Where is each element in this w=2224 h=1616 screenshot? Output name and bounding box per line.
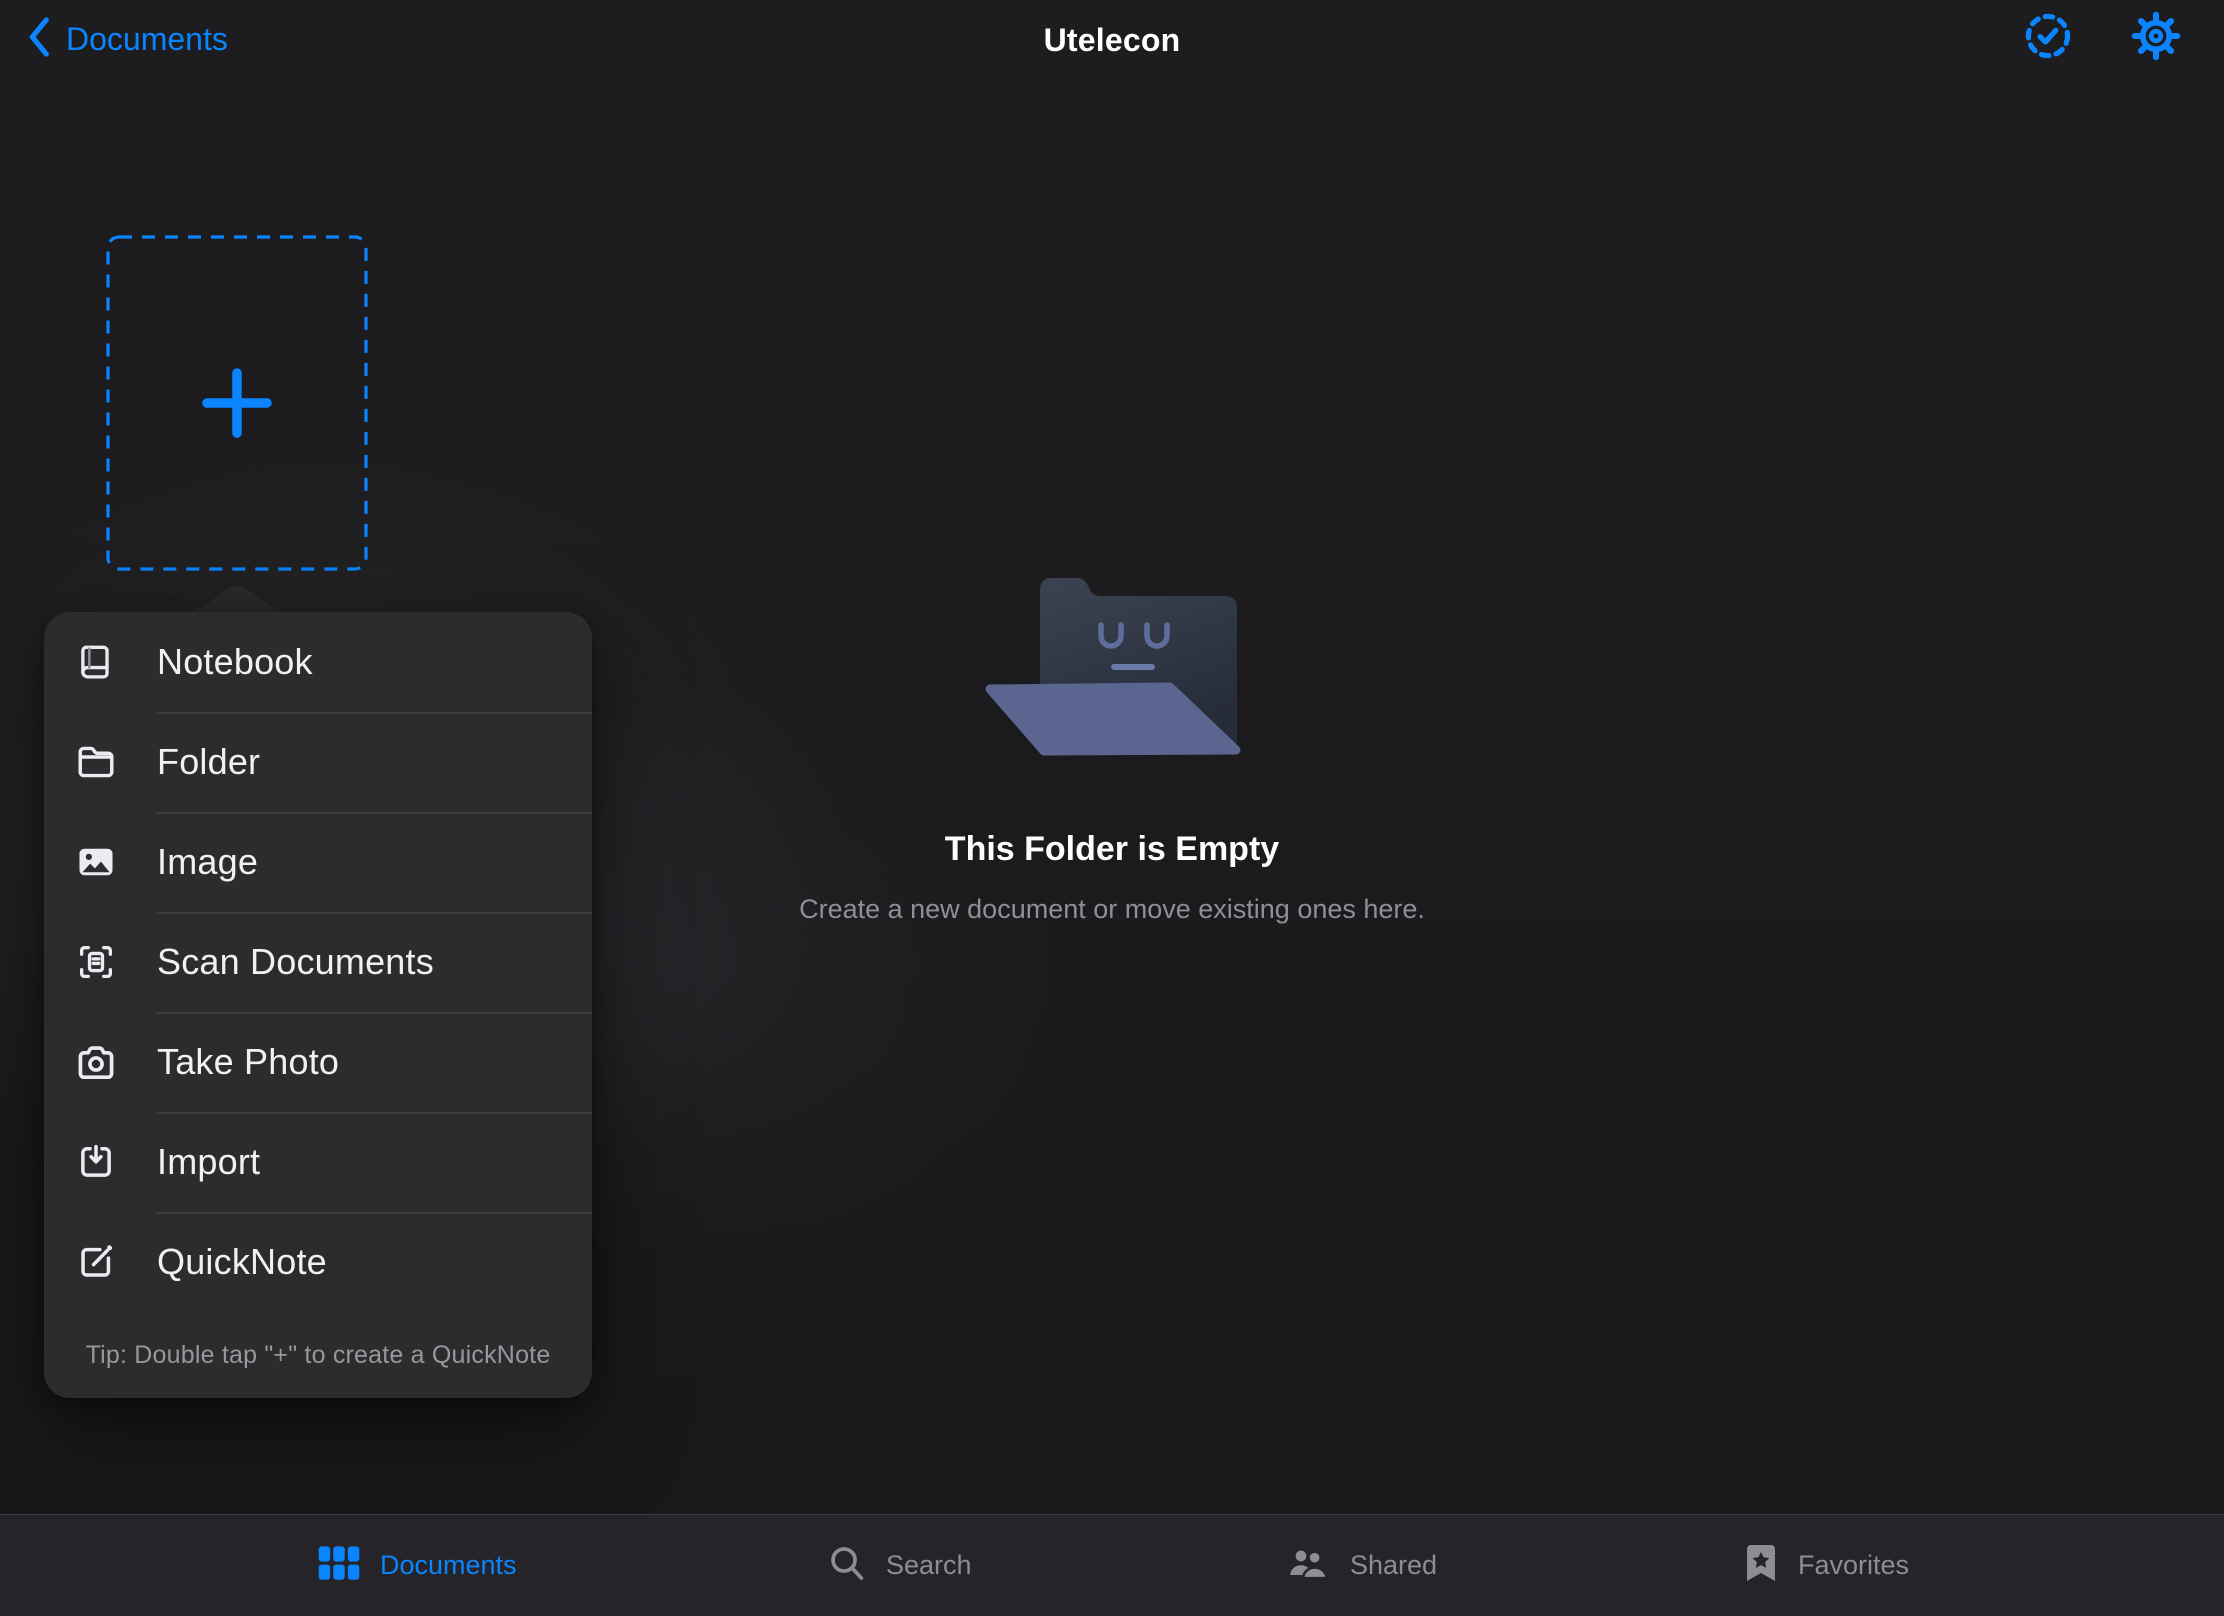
grid-icon	[316, 1543, 362, 1588]
menu-item-image[interactable]: Image	[44, 812, 592, 912]
tab-label: Search	[886, 1550, 972, 1581]
select-mode-button[interactable]	[2022, 12, 2074, 64]
menu-item-label: Folder	[157, 741, 260, 783]
menu-item-label: Scan Documents	[157, 941, 434, 983]
menu-item-label: Image	[157, 841, 258, 883]
folder-icon	[74, 740, 118, 784]
menu-tip-text: Tip: Double tap "+" to create a QuickNot…	[44, 1312, 592, 1398]
page-title: Utelecon	[0, 22, 2224, 59]
navigation-bar: Documents Utelecon	[0, 0, 2224, 78]
new-document-menu: Notebook Folder Image	[44, 612, 592, 1398]
camera-icon	[74, 1040, 118, 1084]
book-icon	[74, 640, 118, 684]
import-tray-icon	[74, 1140, 118, 1184]
gear-icon	[2130, 10, 2182, 67]
menu-item-notebook[interactable]: Notebook	[44, 612, 592, 712]
tab-label: Favorites	[1798, 1550, 1909, 1581]
empty-state-subtitle: Create a new document or move existing o…	[512, 894, 1712, 925]
new-document-tile[interactable]	[106, 235, 368, 571]
two-people-icon	[1284, 1542, 1332, 1589]
menu-item-import[interactable]: Import	[44, 1112, 592, 1212]
tab-search[interactable]: Search	[826, 1539, 972, 1591]
navbar-actions	[2022, 12, 2182, 64]
empty-state-title: This Folder is Empty	[612, 830, 1612, 869]
empty-folder-illustration	[980, 568, 1244, 763]
tab-shared[interactable]: Shared	[1284, 1539, 1437, 1591]
menu-item-take-photo[interactable]: Take Photo	[44, 1012, 592, 1112]
menu-item-quicknote[interactable]: QuickNote	[44, 1212, 592, 1312]
scan-document-icon	[74, 940, 118, 984]
image-icon	[74, 840, 118, 884]
menu-item-folder[interactable]: Folder	[44, 712, 592, 812]
tab-favorites[interactable]: Favorites	[1742, 1539, 1909, 1591]
tab-bar: Documents Search	[0, 1514, 2224, 1616]
square-pencil-icon	[74, 1240, 118, 1284]
menu-item-scan-documents[interactable]: Scan Documents	[44, 912, 592, 1012]
tab-label: Shared	[1350, 1550, 1437, 1581]
tab-label: Documents	[380, 1550, 517, 1581]
dashed-circle-check-icon	[2023, 11, 2073, 66]
menu-item-label: Take Photo	[157, 1041, 339, 1083]
menu-item-label: QuickNote	[157, 1241, 327, 1283]
search-icon	[826, 1542, 868, 1589]
settings-button[interactable]	[2130, 12, 2182, 64]
plus-icon	[207, 373, 267, 433]
bookmark-star-icon	[1742, 1542, 1780, 1589]
tab-documents[interactable]: Documents	[316, 1539, 517, 1591]
app-screen: Documents Utelecon	[0, 0, 2224, 1616]
menu-item-label: Import	[157, 1141, 260, 1183]
menu-item-label: Notebook	[157, 641, 313, 683]
